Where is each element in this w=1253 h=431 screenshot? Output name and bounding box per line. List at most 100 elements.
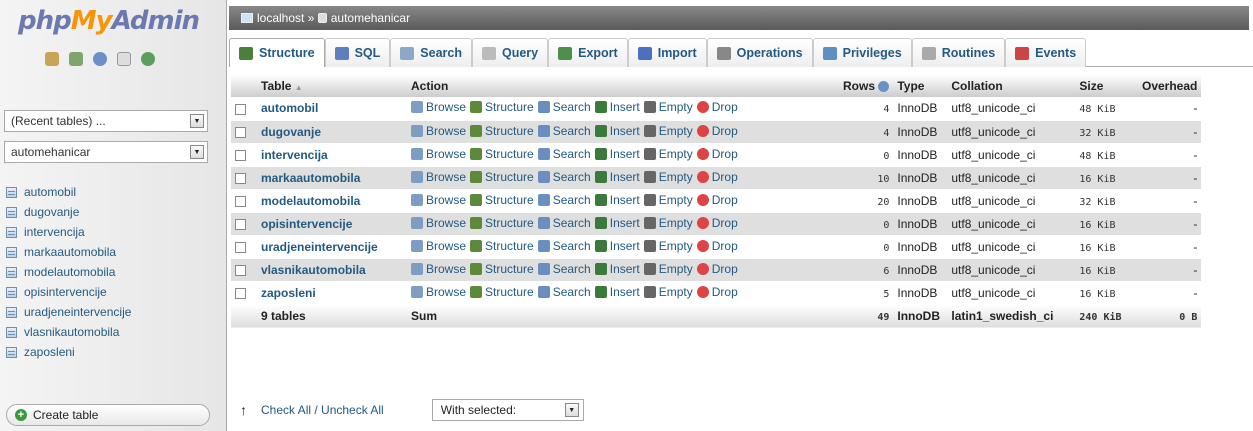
row-checkbox[interactable]	[235, 195, 246, 207]
drop-action[interactable]: Drop	[696, 124, 738, 138]
table-name-link[interactable]: automobil	[261, 101, 318, 115]
drop-action[interactable]: Drop	[696, 147, 738, 161]
help-icon[interactable]	[93, 52, 107, 66]
tab-routines[interactable]: Routines	[911, 38, 1006, 67]
empty-action[interactable]: Empty	[643, 124, 693, 138]
size-cell[interactable]: 16 KiB	[1075, 258, 1134, 282]
structure-action[interactable]: Structure	[470, 285, 534, 299]
tab-query[interactable]: Query	[471, 38, 549, 67]
size-cell[interactable]: 16 KiB	[1075, 281, 1134, 305]
insert-action[interactable]: Insert	[594, 216, 640, 230]
drop-action[interactable]: Drop	[696, 170, 738, 184]
sidebar-item-vlasnikautomobila[interactable]: vlasnikautomobila	[6, 322, 131, 342]
sidebar-item-modelautomobila[interactable]: modelautomobila	[6, 262, 131, 282]
tab-search[interactable]: Search	[390, 38, 472, 67]
check-all-link[interactable]: Check All / Uncheck All	[261, 403, 384, 417]
table-name-link[interactable]: markaautomobila	[261, 171, 360, 185]
size-cell[interactable]: 16 KiB	[1075, 166, 1134, 190]
structure-action[interactable]: Structure	[470, 239, 534, 253]
insert-action[interactable]: Insert	[594, 239, 640, 253]
empty-action[interactable]: Empty	[643, 147, 693, 161]
browse-action[interactable]: Browse	[411, 147, 466, 161]
table-name-link[interactable]: uradjeneintervencije	[261, 240, 378, 254]
insert-action[interactable]: Insert	[594, 124, 640, 138]
table-name-link[interactable]: zaposleni	[261, 286, 316, 300]
structure-action[interactable]: Structure	[470, 100, 534, 114]
drop-action[interactable]: Drop	[696, 262, 738, 276]
empty-action[interactable]: Empty	[643, 193, 693, 207]
sidebar-item-uradjeneintervencije[interactable]: uradjeneintervencije	[6, 302, 131, 322]
row-checkbox[interactable]	[235, 218, 246, 230]
search-action[interactable]: Search	[537, 262, 591, 276]
breadcrumb-database[interactable]: automehanicar	[331, 6, 410, 30]
home-icon[interactable]	[45, 52, 59, 66]
help-icon[interactable]	[878, 81, 890, 93]
insert-action[interactable]: Insert	[594, 147, 640, 161]
search-action[interactable]: Search	[537, 124, 591, 138]
tab-import[interactable]: Import	[627, 38, 707, 67]
browse-action[interactable]: Browse	[411, 193, 466, 207]
docs-icon[interactable]	[117, 52, 131, 66]
insert-action[interactable]: Insert	[594, 193, 640, 207]
size-cell[interactable]: 16 KiB	[1075, 235, 1134, 259]
browse-action[interactable]: Browse	[411, 124, 466, 138]
sidebar-item-opisintervencije[interactable]: opisintervencije	[6, 282, 131, 302]
size-cell[interactable]: 48 KiB	[1075, 143, 1134, 167]
tab-structure[interactable]: Structure	[229, 38, 325, 67]
drop-action[interactable]: Drop	[696, 239, 738, 253]
reload-icon[interactable]	[141, 52, 155, 66]
size-cell[interactable]: 32 KiB	[1075, 189, 1134, 213]
search-action[interactable]: Search	[537, 285, 591, 299]
size-cell[interactable]: 16 KiB	[1075, 212, 1134, 236]
row-checkbox[interactable]	[235, 172, 246, 184]
row-checkbox[interactable]	[235, 103, 246, 115]
database-select[interactable]: automehanicar ▼	[4, 141, 208, 163]
structure-action[interactable]: Structure	[470, 193, 534, 207]
structure-action[interactable]: Structure	[470, 147, 534, 161]
drop-action[interactable]: Drop	[696, 100, 738, 114]
insert-action[interactable]: Insert	[594, 100, 640, 114]
search-action[interactable]: Search	[537, 239, 591, 253]
drop-action[interactable]: Drop	[696, 193, 738, 207]
empty-action[interactable]: Empty	[643, 285, 693, 299]
tab-operations[interactable]: Operations	[706, 38, 813, 67]
table-name-link[interactable]: opisintervencije	[261, 217, 352, 231]
sidebar-item-zaposleni[interactable]: zaposleni	[6, 342, 131, 362]
row-checkbox[interactable]	[235, 241, 246, 253]
sidebar-item-automobil[interactable]: automobil	[6, 182, 131, 202]
table-name-link[interactable]: intervencija	[261, 148, 328, 162]
structure-action[interactable]: Structure	[470, 262, 534, 276]
structure-action[interactable]: Structure	[470, 124, 534, 138]
row-checkbox[interactable]	[235, 264, 246, 276]
table-name-link[interactable]: vlasnikautomobila	[261, 263, 366, 277]
browse-action[interactable]: Browse	[411, 262, 466, 276]
breadcrumb-server[interactable]: localhost	[257, 6, 304, 30]
size-cell[interactable]: 32 KiB	[1075, 120, 1134, 144]
tab-events[interactable]: Events	[1005, 38, 1087, 67]
browse-action[interactable]: Browse	[411, 285, 466, 299]
search-action[interactable]: Search	[537, 100, 591, 114]
insert-action[interactable]: Insert	[594, 262, 640, 276]
insert-action[interactable]: Insert	[594, 285, 640, 299]
header-size[interactable]: Size	[1075, 75, 1134, 97]
empty-action[interactable]: Empty	[643, 100, 693, 114]
create-table-button[interactable]: + Create table	[6, 404, 210, 426]
sidebar-item-markaautomobila[interactable]: markaautomobila	[6, 242, 131, 262]
search-action[interactable]: Search	[537, 193, 591, 207]
recent-tables-select[interactable]: (Recent tables) ... ▼	[4, 110, 208, 132]
browse-action[interactable]: Browse	[411, 170, 466, 184]
with-selected-select[interactable]: With selected: ▼	[431, 399, 584, 421]
empty-action[interactable]: Empty	[643, 216, 693, 230]
empty-action[interactable]: Empty	[643, 239, 693, 253]
row-checkbox[interactable]	[235, 149, 246, 161]
row-checkbox[interactable]	[235, 287, 246, 299]
search-action[interactable]: Search	[537, 147, 591, 161]
structure-action[interactable]: Structure	[470, 170, 534, 184]
header-table[interactable]: Table ▲	[257, 75, 407, 97]
size-cell[interactable]: 48 KiB	[1075, 97, 1134, 121]
sidebar-item-dugovanje[interactable]: dugovanje	[6, 202, 131, 222]
header-collation[interactable]: Collation	[947, 75, 1076, 97]
drop-action[interactable]: Drop	[696, 285, 738, 299]
row-checkbox[interactable]	[235, 126, 246, 138]
tab-export[interactable]: Export	[548, 38, 628, 67]
